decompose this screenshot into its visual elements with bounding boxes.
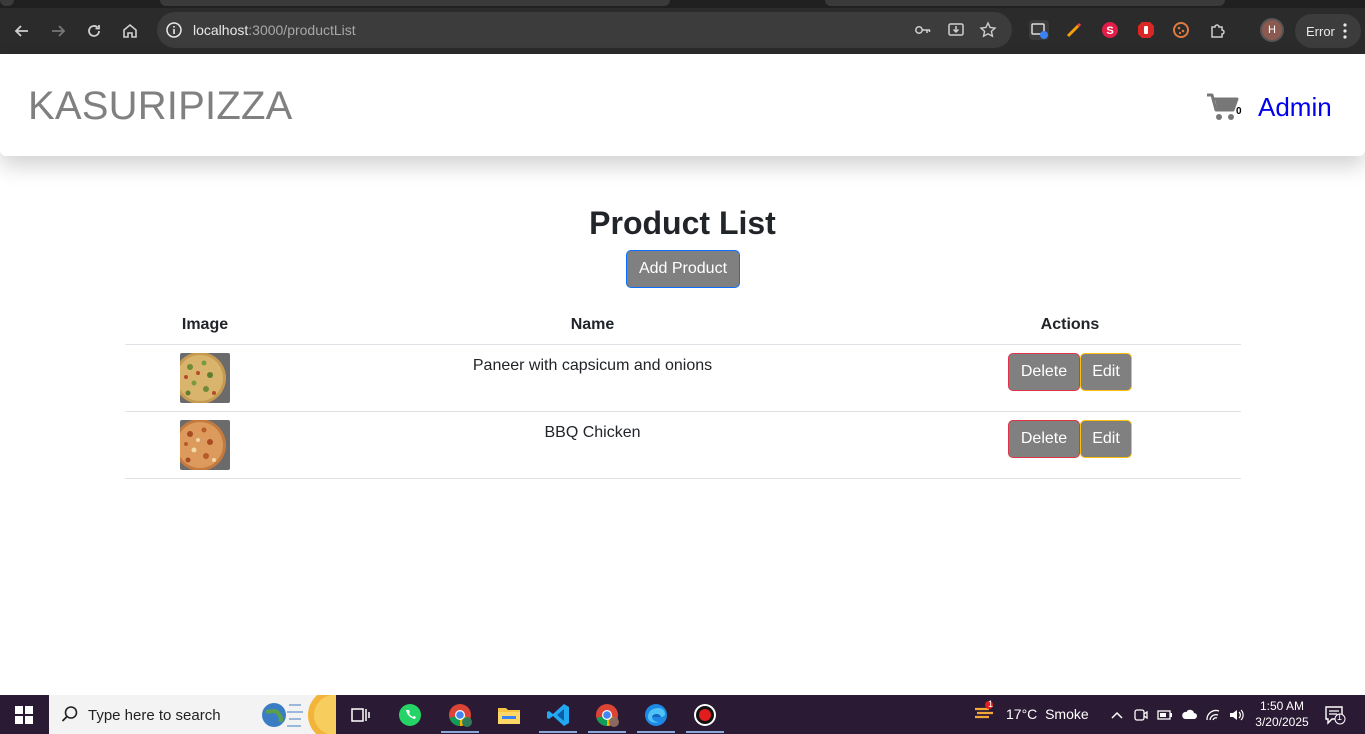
active-app-indicator [588, 731, 626, 733]
site-navbar: KASURIPIZZA 0 Admin [0, 54, 1365, 156]
edit-button[interactable]: Edit [1080, 353, 1132, 391]
taskbar-chrome-profile-1[interactable] [445, 700, 475, 730]
search-placeholder: Type here to search [88, 707, 221, 724]
clock-date: 3/20/2025 [1255, 715, 1309, 729]
system-clock[interactable]: 1:50 AM 3/20/2025 [1252, 698, 1312, 730]
notification-count: 1 [1337, 712, 1343, 722]
taskbar-edge[interactable] [641, 700, 671, 730]
error-label: Error [1306, 23, 1335, 39]
table-header-row: Image Name Actions [125, 305, 1241, 345]
active-app-indicator [637, 731, 675, 733]
wifi-icon[interactable] [1205, 707, 1221, 723]
notification-center-button[interactable]: 1 [1324, 705, 1346, 725]
tab-fragment[interactable] [160, 0, 670, 6]
onedrive-cloud-icon[interactable] [1181, 707, 1197, 723]
bookmark-star-icon[interactable] [979, 21, 997, 39]
edit-button[interactable]: Edit [1080, 420, 1132, 458]
url-path: :3000/productList [248, 22, 356, 38]
kebab-menu-icon [1343, 23, 1347, 39]
forward-arrow-icon [52, 25, 66, 37]
delete-button[interactable]: Delete [1008, 420, 1080, 458]
folder-icon [498, 708, 520, 724]
browser-error-button[interactable]: Error [1295, 14, 1361, 48]
reload-icon [88, 25, 100, 37]
column-header-image: Image [181, 316, 229, 333]
back-button[interactable] [9, 18, 35, 44]
cart-count-badge: 0 [1236, 106, 1242, 117]
column-header-name: Name [570, 316, 615, 333]
add-product-button[interactable]: Add Product [626, 250, 740, 288]
site-info-icon[interactable] [165, 21, 183, 39]
taskbar-vscode[interactable] [543, 700, 573, 730]
install-app-icon[interactable] [947, 21, 965, 39]
volume-icon[interactable] [1228, 707, 1244, 723]
table-row: BBQ Chicken Delete Edit [125, 412, 1241, 479]
extensions-puzzle-icon[interactable] [1208, 20, 1228, 40]
browser-toolbar: localhost:3000/productList S H Error [0, 8, 1365, 54]
whatsapp-icon [399, 704, 421, 726]
weather-temp: 17°C [1006, 706, 1038, 722]
search-icon [61, 706, 78, 722]
vscode-icon [547, 704, 569, 726]
stop-hand-extension-icon[interactable] [1136, 20, 1156, 40]
forward-button[interactable] [45, 18, 71, 44]
weather-text: 17°C Smoke [1006, 706, 1089, 722]
profile-avatar[interactable]: H [1260, 18, 1284, 42]
cookie-extension-icon[interactable] [1171, 20, 1191, 40]
admin-link[interactable]: Admin [1258, 92, 1332, 123]
password-key-icon[interactable] [914, 21, 932, 39]
chrome-icon [596, 704, 619, 727]
chrome-icon [449, 704, 472, 727]
product-image [180, 420, 230, 470]
task-view-button[interactable] [346, 700, 376, 730]
taskbar-screen-recorder[interactable] [690, 700, 720, 730]
taskbar-search-box[interactable]: Type here to search [49, 695, 336, 734]
windows-logo-icon [15, 705, 33, 724]
address-bar[interactable]: localhost:3000/productList [157, 12, 1012, 48]
s-extension-icon[interactable]: S [1100, 20, 1120, 40]
page-title: Product List [589, 205, 776, 241]
delete-button[interactable]: Delete [1008, 353, 1080, 391]
browser-chrome: localhost:3000/productList S H Error [0, 0, 1365, 54]
product-name: Paneer with capsicum and onions [472, 357, 713, 374]
start-button[interactable] [0, 695, 48, 734]
reload-button[interactable] [81, 18, 107, 44]
battery-icon[interactable] [1157, 707, 1173, 723]
svg-text:S: S [1106, 25, 1113, 37]
home-button[interactable] [117, 18, 143, 44]
record-icon [694, 704, 716, 726]
url-text[interactable]: localhost:3000/productList [193, 22, 356, 38]
back-arrow-icon [14, 25, 28, 37]
notification-icon [1325, 706, 1346, 725]
weather-badge: 1 [988, 699, 994, 709]
active-app-indicator [539, 731, 577, 733]
product-table: Image Name Actions Paneer with capsicum … [125, 305, 1241, 479]
clock-time: 1:50 AM [1259, 699, 1305, 713]
column-header-actions: Actions [1040, 316, 1100, 333]
tab-fragment[interactable] [825, 0, 1225, 6]
product-image [180, 353, 230, 403]
color-picker-extension-icon[interactable] [1064, 20, 1084, 40]
product-name: BBQ Chicken [544, 424, 641, 441]
tab-strip [0, 0, 1365, 8]
tab-fragment[interactable] [0, 0, 14, 6]
edge-icon [645, 704, 667, 726]
tab-search-extension-icon[interactable] [1029, 20, 1049, 40]
url-host: localhost [193, 22, 249, 38]
active-app-indicator [686, 731, 724, 733]
taskbar-chrome-profile-2[interactable] [592, 700, 622, 730]
weather-desc: Smoke [1045, 706, 1089, 722]
home-icon [123, 23, 137, 38]
show-hidden-icons-chevron-icon[interactable] [1109, 707, 1125, 723]
task-view-icon [351, 708, 370, 722]
windows-taskbar: Type here to search 1 17°C Smoke 1:50 AM… [0, 695, 1365, 734]
active-app-indicator [441, 731, 479, 733]
search-highlight-illustration-icon [262, 695, 336, 734]
table-row: Paneer with capsicum and onions Delete E… [125, 345, 1241, 412]
shopping-cart-icon[interactable] [1206, 92, 1240, 122]
taskbar-file-explorer[interactable] [494, 700, 524, 730]
brand-logo[interactable]: KASURIPIZZA [28, 84, 292, 129]
meet-now-icon[interactable] [1133, 707, 1149, 723]
taskbar-whatsapp[interactable] [395, 700, 425, 730]
